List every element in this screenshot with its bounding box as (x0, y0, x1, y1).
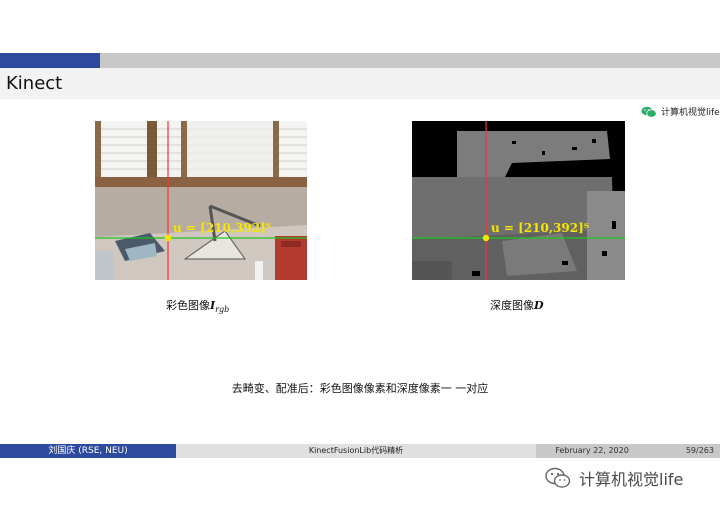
depth-image: u = [210,392]ᵀ (412, 121, 625, 280)
rgb-image: u = [210,392]ᵀ (95, 121, 307, 280)
watermark-bottom: 计算机视觉life (545, 466, 683, 490)
watermark-top: 计算机视觉life (641, 105, 720, 118)
wechat-icon (545, 467, 571, 488)
header-accent-bar (0, 53, 100, 68)
depth-caption-text: 深度图像 (490, 299, 534, 312)
depth-caption-symbol: D (534, 299, 544, 312)
footer-author: 刘国庆 (RSE, NEU) (0, 444, 176, 458)
slide-title: Kinect (6, 73, 63, 94)
footer-page-number: 59/263 (648, 444, 720, 458)
depth-caption: 深度图像D (490, 297, 544, 313)
wechat-icon (641, 106, 657, 118)
rgb-caption-subscript: rgb (215, 305, 230, 315)
alignment-note: 去畸变、配准后：彩色图像像素和深度像素一 一对应 (231, 382, 489, 395)
footer-date: February 22, 2020 (536, 444, 648, 458)
footer-title: KinectFusionLib代码精析 (176, 444, 536, 458)
depth-pixel-annotation: u = [210,392]ᵀ (491, 221, 589, 235)
watermark-text-large: 计算机视觉life (579, 470, 684, 489)
title-bar (0, 68, 720, 99)
rgb-caption: 彩色图像Irgb (166, 297, 229, 314)
header-gray-bar (100, 53, 720, 68)
watermark-text-small: 计算机视觉life (661, 108, 720, 118)
rgb-caption-text: 彩色图像 (166, 299, 210, 312)
rgb-pixel-annotation: u = [210,392]ᵀ (173, 221, 271, 235)
